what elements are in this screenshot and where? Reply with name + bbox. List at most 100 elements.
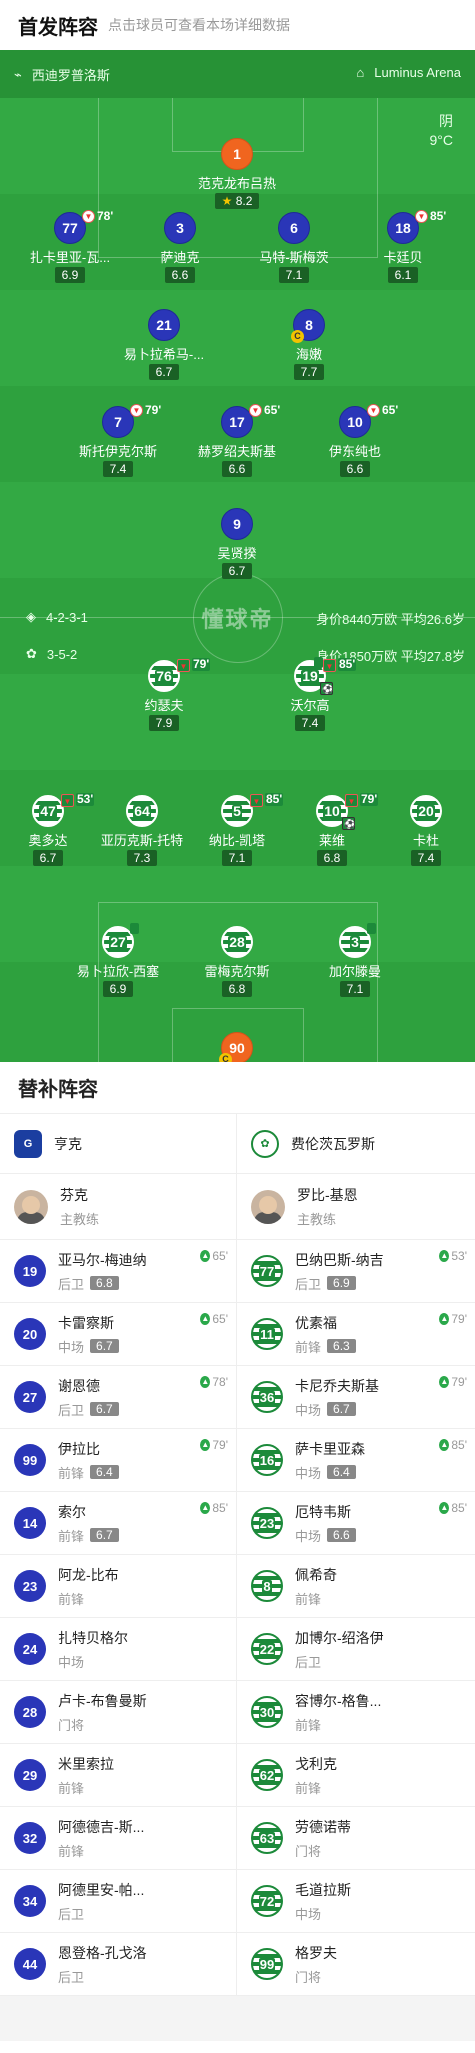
player-rating: 6.7 bbox=[90, 1528, 119, 1542]
player-rating: 7.1 bbox=[339, 981, 371, 997]
away-player[interactable]: 20 卡杜 7.4 bbox=[366, 795, 475, 867]
sub-player-row[interactable]: 63 劳德诺蒂 门将 bbox=[237, 1807, 475, 1870]
away-player[interactable]: 19 ▼ 85' ⚽ 沃尔高 7.4 bbox=[250, 657, 370, 732]
sub-player-row[interactable]: 8 佩希奇 前锋 bbox=[237, 1555, 475, 1618]
away-player[interactable]: 27 易卜拉欣-西塞 6.9 bbox=[58, 923, 178, 998]
sub-minute: 79' bbox=[451, 1375, 467, 1389]
away-player[interactable]: 90C迪布什7.6 bbox=[177, 1032, 297, 1062]
sub-player-row[interactable]: 24 扎特贝格尔 中场 bbox=[0, 1618, 236, 1681]
yellow-card-icon bbox=[367, 923, 376, 934]
weather-temp: 9°C bbox=[429, 132, 454, 148]
rating-value: 7.4 bbox=[417, 851, 435, 865]
home-coach[interactable]: 芬克 主教练 bbox=[0, 1174, 236, 1240]
shirt-number: 23 bbox=[251, 1507, 283, 1539]
home-player[interactable]: 18 ▼ 85' 卡廷贝 6.1 bbox=[343, 209, 463, 284]
sub-player-row[interactable]: 36 卡尼乔夫斯基 中场 6.7 ▲ 79' bbox=[237, 1366, 475, 1429]
player-name: 戈利克 bbox=[295, 1755, 337, 1772]
player-position: 前锋 bbox=[58, 1528, 85, 1544]
sub-player-row[interactable]: 22 加博尔-绍洛伊 后卫 bbox=[237, 1618, 475, 1681]
sub-player-row[interactable]: 32 阿德德吉-斯... 前锋 bbox=[0, 1807, 236, 1870]
player-rating: 6.9 bbox=[102, 981, 134, 997]
sub-minute: 65' bbox=[382, 403, 399, 417]
sub-minute: 85' bbox=[338, 657, 357, 671]
sub-in-icon: ▲ bbox=[200, 1502, 211, 1514]
sub-in-icon: ▲ bbox=[200, 1376, 211, 1388]
sub-player-row[interactable]: 14 索尔 前锋 6.7 ▲ 85' bbox=[0, 1492, 236, 1555]
sub-player-row[interactable]: 20 卡雷察斯 中场 6.7 ▲ 65' bbox=[0, 1303, 236, 1366]
player-number: 20 bbox=[417, 802, 435, 819]
avatar bbox=[14, 1189, 48, 1224]
away-team-cell[interactable]: ✿ 费伦茨瓦罗斯 bbox=[237, 1114, 475, 1174]
home-player[interactable]: 17 ▼ 65' 赫罗绍夫斯基 6.6 bbox=[177, 403, 297, 478]
sub-player-row[interactable]: 23 阿龙-比布 前锋 bbox=[0, 1555, 236, 1618]
player-rating: 6.7 bbox=[221, 563, 253, 579]
sub-in-icon: ▲ bbox=[439, 1250, 450, 1262]
player-number: 32 bbox=[22, 1830, 38, 1846]
sub-player-row[interactable]: 99 格罗夫 门将 bbox=[237, 1933, 475, 1996]
sub-player-row[interactable]: 19 亚马尔-梅迪纳 后卫 6.8 ▲ 65' bbox=[0, 1240, 236, 1303]
sub-player-row[interactable]: 99 伊拉比 前锋 6.4 ▲ 79' bbox=[0, 1429, 236, 1492]
rating-value: 7.4 bbox=[301, 716, 319, 730]
rating-value: 6.8 bbox=[323, 851, 341, 865]
home-player[interactable]: 10 ▼ 65' 伊东纯也 6.6 bbox=[295, 403, 415, 478]
away-coach[interactable]: 罗比-基恩 主教练 bbox=[237, 1174, 475, 1240]
home-player[interactable]: 7 ▼ 79' 斯托伊克尔斯 7.4 bbox=[58, 403, 178, 478]
sub-minute: 79' bbox=[212, 1438, 228, 1452]
home-player[interactable]: 1 范克龙布吕热 ★ 8.2 bbox=[177, 138, 297, 210]
lineup-title: 首发阵容 bbox=[18, 16, 98, 39]
home-team-name: 亨克 bbox=[54, 1135, 82, 1152]
home-player[interactable]: 21 易卜拉希马-... 6.7 bbox=[104, 309, 224, 381]
player-position: 前锋 bbox=[295, 1591, 322, 1607]
sub-player-row[interactable]: 11 优素福 前锋 6.3 ▲ 79' bbox=[237, 1303, 475, 1366]
pitch: ⌁ 西迪罗普洛斯 ⌂ Luminus Arena 阴 9°C 懂球帝 ◈ 4-2-… bbox=[0, 50, 475, 1062]
sub-player-row[interactable]: 30 容博尔-格鲁... 前锋 bbox=[237, 1681, 475, 1744]
sub-minute: 79' bbox=[451, 1312, 467, 1326]
sub-player-row[interactable]: 27 谢恩德 后卫 6.7 ▲ 78' bbox=[0, 1366, 236, 1429]
shirt-number: 72 bbox=[251, 1885, 283, 1917]
player-name: 巴纳巴斯-纳吉 bbox=[295, 1251, 384, 1268]
sub-in-icon: ▲ bbox=[200, 1313, 211, 1325]
player-name: 扎卡里亚-瓦... bbox=[29, 250, 111, 265]
captain-icon: C bbox=[291, 330, 304, 343]
home-player[interactable]: 3 萨迪克 6.6 bbox=[120, 212, 240, 284]
player-rating: 6.7 bbox=[148, 364, 180, 380]
rating-value: 8.2 bbox=[235, 194, 253, 208]
player-name: 马特-斯梅茨 bbox=[259, 250, 329, 265]
shirt-number: 14 bbox=[14, 1507, 46, 1539]
home-player[interactable]: 9 吴贤揆 6.7 bbox=[177, 508, 297, 580]
player-position: 中场 bbox=[295, 1906, 322, 1922]
home-player[interactable]: 8 C 海嫩 7.7 bbox=[249, 309, 369, 381]
away-player[interactable]: 3 加尔滕曼 7.1 bbox=[295, 923, 415, 998]
away-formation: 3-5-2 bbox=[46, 646, 78, 662]
sub-player-row[interactable]: 72 毛道拉斯 中场 bbox=[237, 1870, 475, 1933]
sub-player-row[interactable]: 44 恩登格-孔戈洛 后卫 bbox=[0, 1933, 236, 1996]
player-name: 萨迪克 bbox=[160, 250, 200, 265]
rating-value: 6.6 bbox=[171, 268, 189, 282]
home-player[interactable]: 77 ▼ 78' 扎卡里亚-瓦... 6.9 bbox=[10, 209, 130, 284]
player-rating: 7.4 bbox=[410, 850, 442, 866]
coach-name: 罗比-基恩 bbox=[297, 1187, 358, 1203]
sub-in-minute: ▲ 79' bbox=[200, 1438, 228, 1452]
weather-condition: 阴 bbox=[439, 113, 453, 129]
player-position: 中场 bbox=[295, 1528, 322, 1544]
sub-minute: 78' bbox=[212, 1375, 228, 1389]
sub-player-row[interactable]: 28 卢卡-布鲁曼斯 门将 bbox=[0, 1681, 236, 1744]
shirt-number: 44 bbox=[14, 1948, 46, 1980]
sub-player-row[interactable]: 62 戈利克 前锋 bbox=[237, 1744, 475, 1807]
sub-player-row[interactable]: 16 萨卡里亚森 中场 6.4 ▲ 85' bbox=[237, 1429, 475, 1492]
player-rating: 7.4 bbox=[294, 715, 326, 731]
sub-player-row[interactable]: 77 巴纳巴斯-纳吉 后卫 6.9 ▲ 53' bbox=[237, 1240, 475, 1303]
sub-player-row[interactable]: 29 米里索拉 前锋 bbox=[0, 1744, 236, 1807]
player-rating: 6.8 bbox=[221, 981, 253, 997]
shirt-number: 99 bbox=[14, 1444, 46, 1476]
player-number: 62 bbox=[258, 1767, 276, 1783]
player-name: 约瑟夫 bbox=[144, 698, 184, 713]
away-player[interactable]: 76 ▼ 79' 约瑟夫 7.9 bbox=[104, 658, 224, 732]
home-team-cell[interactable]: G 亨克 bbox=[0, 1114, 236, 1174]
sub-out-icon: ▼ bbox=[249, 404, 262, 417]
away-player[interactable]: 28 雷梅克尔斯 6.8 bbox=[177, 926, 297, 998]
sub-player-row[interactable]: 34 阿德里安-帕... 后卫 bbox=[0, 1870, 236, 1933]
sub-player-row[interactable]: 23 厄特韦斯 中场 6.6 ▲ 85' bbox=[237, 1492, 475, 1555]
sub-minute: 53' bbox=[451, 1249, 467, 1263]
home-player[interactable]: 6 马特-斯梅茨 7.1 bbox=[234, 212, 354, 284]
